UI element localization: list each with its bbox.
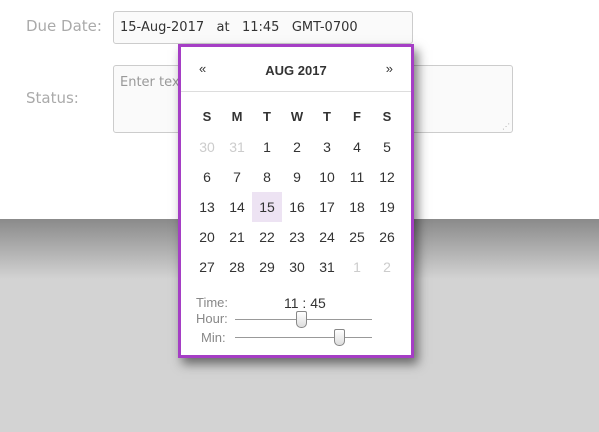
- next-month-button[interactable]: »: [386, 61, 393, 76]
- status-placeholder: Enter text: [120, 75, 185, 90]
- minute-slider-handle[interactable]: [334, 329, 346, 346]
- picker-header: « AUG 2017 »: [181, 47, 411, 92]
- week-row: 20 21 22 23 24 25 26: [192, 222, 402, 252]
- due-date-label: Due Date:: [26, 17, 102, 35]
- weekday-header: T: [323, 109, 331, 124]
- day-cell[interactable]: 1: [252, 132, 282, 162]
- day-cell[interactable]: 25: [342, 222, 372, 252]
- date-picker-popup: « AUG 2017 » S M T W T F S 30 31 1 2 3 4 5 6 7 8 9 10 11 12 1…: [178, 44, 414, 358]
- day-cell[interactable]: 29: [252, 252, 282, 282]
- day-cell[interactable]: 3: [312, 132, 342, 162]
- day-cell[interactable]: 9: [282, 162, 312, 192]
- day-cell[interactable]: 8: [252, 162, 282, 192]
- day-cell[interactable]: 4: [342, 132, 372, 162]
- day-cell[interactable]: 24: [312, 222, 342, 252]
- day-cell[interactable]: 2: [372, 252, 402, 282]
- resize-grip-icon[interactable]: ⋰: [502, 122, 510, 131]
- day-cell[interactable]: 27: [192, 252, 222, 282]
- day-cell[interactable]: 1: [342, 252, 372, 282]
- hour-label: Hour:: [196, 311, 228, 326]
- time-label: Time:: [196, 295, 229, 310]
- day-cell[interactable]: 19: [372, 192, 402, 222]
- day-cell[interactable]: 18: [342, 192, 372, 222]
- due-date-input[interactable]: 15-Aug-2017 at 11:45 GMT-0700: [113, 11, 413, 44]
- hour-slider-handle[interactable]: [295, 311, 307, 328]
- day-cell[interactable]: 31: [312, 252, 342, 282]
- day-cell[interactable]: 6: [192, 162, 222, 192]
- weekday-row: SMTWTFS: [192, 102, 402, 132]
- time-value: 11 : 45: [284, 295, 326, 311]
- weekday-header: T: [263, 109, 271, 124]
- weekday-header: S: [382, 109, 392, 124]
- minute-slider[interactable]: [235, 329, 372, 346]
- day-cell[interactable]: 5: [372, 132, 402, 162]
- day-cell[interactable]: 17: [312, 192, 342, 222]
- day-cell[interactable]: 30: [282, 252, 312, 282]
- day-cell[interactable]: 7: [222, 162, 252, 192]
- week-row: 6 7 8 9 10 11 12: [192, 162, 402, 192]
- day-cell-selected[interactable]: 15: [252, 192, 282, 222]
- week-row: 13 14 15 16 17 18 19: [192, 192, 402, 222]
- weekday-header: S: [202, 109, 212, 124]
- weekday-header: F: [353, 109, 361, 124]
- day-cell[interactable]: 28: [222, 252, 252, 282]
- day-cell[interactable]: 2: [282, 132, 312, 162]
- week-row: 27 28 29 30 31 1 2: [192, 252, 402, 282]
- day-cell[interactable]: 16: [282, 192, 312, 222]
- min-label: Min:: [201, 330, 226, 345]
- weekday-header: M: [231, 109, 243, 124]
- day-cell[interactable]: 21: [222, 222, 252, 252]
- weekday-header: W: [290, 109, 304, 124]
- day-cell[interactable]: 26: [372, 222, 402, 252]
- day-cell[interactable]: 11: [342, 162, 372, 192]
- day-cell[interactable]: 12: [372, 162, 402, 192]
- day-cell[interactable]: 30: [192, 132, 222, 162]
- day-cell[interactable]: 20: [192, 222, 222, 252]
- calendar-grid: S M T W T F S 30 31 1 2 3 4 5 6 7 8 9 10 11 12 13 14 15 16 17 18 19…: [192, 102, 402, 282]
- month-title: AUG 2017: [265, 63, 327, 78]
- status-label: Status:: [26, 89, 79, 107]
- day-cell[interactable]: 14: [222, 192, 252, 222]
- week-row: 30 31 1 2 3 4 5: [192, 132, 402, 162]
- hour-slider[interactable]: [235, 311, 372, 328]
- day-cell[interactable]: 10: [312, 162, 342, 192]
- day-cell[interactable]: 13: [192, 192, 222, 222]
- day-cell[interactable]: 31: [222, 132, 252, 162]
- day-cell[interactable]: 23: [282, 222, 312, 252]
- day-cell[interactable]: 22: [252, 222, 282, 252]
